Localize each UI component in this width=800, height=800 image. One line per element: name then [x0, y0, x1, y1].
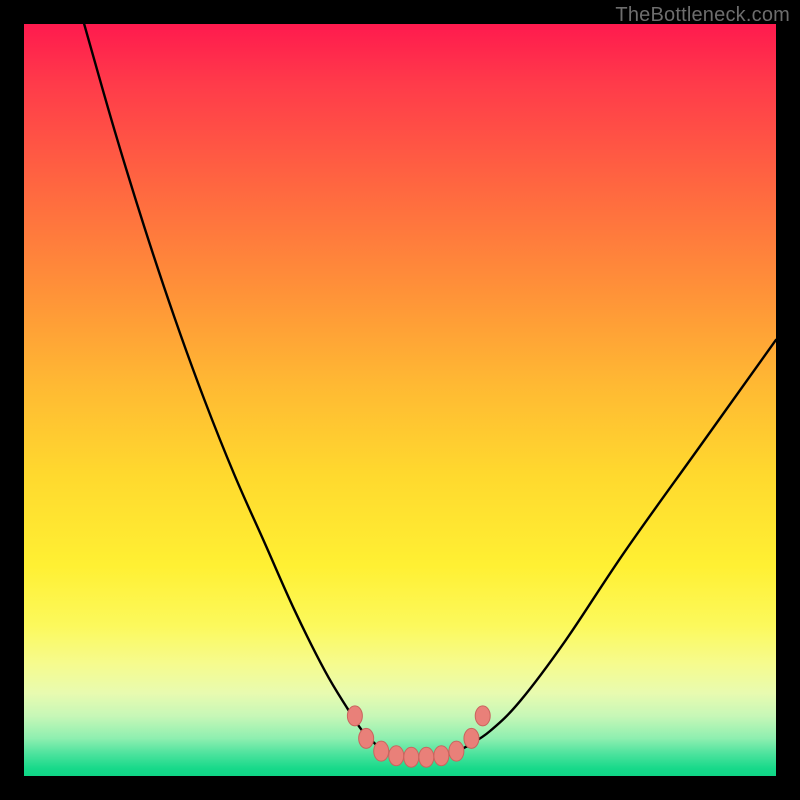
valley-marker	[374, 741, 389, 761]
valley-markers	[347, 706, 490, 767]
valley-marker	[347, 706, 362, 726]
bottleneck-curve	[84, 24, 776, 758]
chart-frame: TheBottleneck.com	[0, 0, 800, 800]
curve-layer	[24, 24, 776, 776]
valley-marker	[434, 746, 449, 766]
valley-marker	[419, 747, 434, 767]
plot-area	[24, 24, 776, 776]
valley-marker	[404, 747, 419, 767]
valley-marker	[389, 746, 404, 766]
valley-marker	[464, 728, 479, 748]
valley-marker	[449, 741, 464, 761]
valley-marker	[475, 706, 490, 726]
valley-marker	[359, 728, 374, 748]
watermark-text: TheBottleneck.com	[615, 4, 790, 27]
